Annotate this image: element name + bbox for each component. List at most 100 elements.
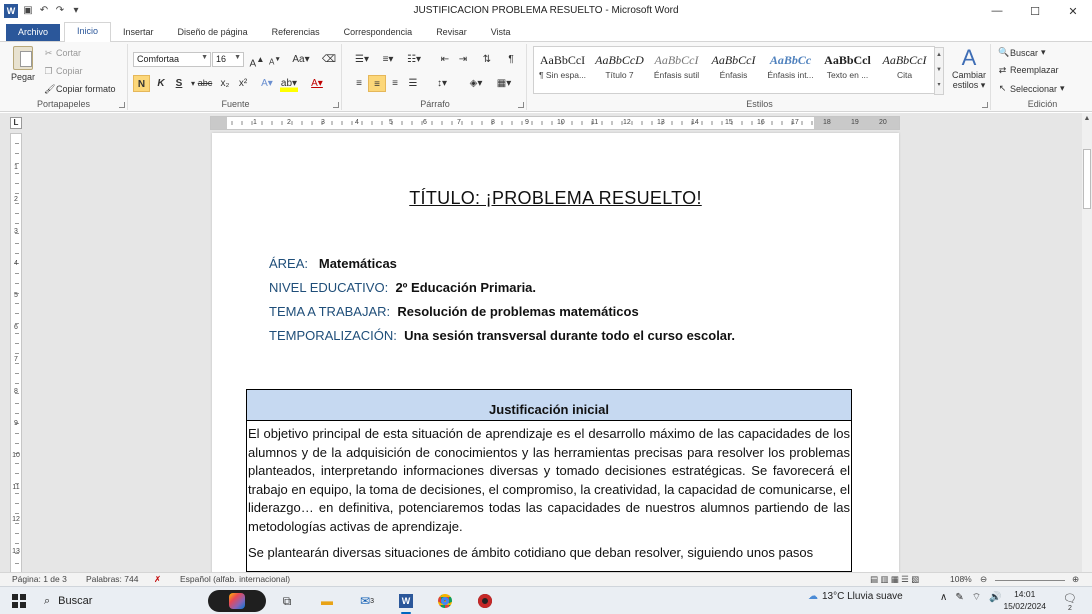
format-painter-button[interactable]: 🖌 Copiar formato — [44, 84, 116, 94]
minimize-button[interactable]: — — [978, 0, 1016, 22]
table-body[interactable]: El objetivo principal de esta situación … — [247, 421, 851, 563]
superscript-button[interactable]: x² — [234, 75, 252, 92]
italic-button[interactable]: K — [152, 75, 170, 92]
proofing-icon[interactable]: ✗ — [154, 574, 161, 585]
volume-icon[interactable]: 🔊 — [989, 592, 1001, 603]
bold-button[interactable]: N — [133, 75, 150, 92]
tab-inicio[interactable]: Inicio — [64, 22, 112, 42]
clear-formatting-icon[interactable]: ⌫ — [320, 51, 338, 68]
style-cita[interactable]: AaBbCcI Cita — [876, 50, 933, 80]
align-left-icon[interactable]: ≡ — [350, 75, 368, 92]
bullets-icon[interactable]: ☰▾ — [350, 51, 374, 68]
multilevel-list-icon[interactable]: ☷▾ — [402, 51, 426, 68]
shrink-font-button[interactable]: A▼ — [266, 51, 284, 68]
align-right-icon[interactable]: ≡ — [386, 75, 404, 92]
meta-tema[interactable]: TEMA A TRABAJAR: Resolución de problemas… — [269, 304, 639, 319]
notifications-icon[interactable]: 🗨2 — [1062, 592, 1078, 612]
customize-qat-icon[interactable]: ▾ — [70, 5, 82, 17]
font-launcher-icon[interactable] — [333, 102, 339, 108]
word-app-icon[interactable]: W — [4, 4, 18, 18]
paste-button[interactable]: Pegar — [8, 46, 38, 92]
shading-icon[interactable]: ◈▾ — [464, 75, 488, 92]
document-title[interactable]: TÍTULO: ¡PROBLEMA RESUELTO! — [212, 188, 899, 209]
page-count[interactable]: Página: 1 de 3 — [12, 574, 67, 584]
style-texto-en-negrita[interactable]: AaBbCcl Texto en ... — [819, 50, 876, 80]
style-enfasis-intenso[interactable]: AaBbCc Énfasis int... — [762, 50, 819, 80]
styles-launcher-icon[interactable] — [982, 102, 988, 108]
strikethrough-button[interactable]: abc — [196, 75, 214, 92]
meta-temporalizacion[interactable]: TEMPORALIZACIÓN: Una sesión transversal … — [269, 328, 735, 343]
font-name-combo[interactable]: Comfortaa ▼ — [133, 52, 211, 67]
subscript-button[interactable]: x₂ — [216, 75, 234, 92]
chevron-up-icon[interactable]: ∧ — [940, 592, 947, 603]
text-effects-icon[interactable]: A▾ — [258, 75, 276, 92]
change-case-button[interactable]: Aa▾ — [290, 51, 312, 68]
style-titulo-7[interactable]: AaBbCcD Título 7 — [591, 50, 648, 80]
maximize-button[interactable]: ☐ — [1016, 0, 1054, 22]
numbering-icon[interactable]: ≡▾ — [376, 51, 400, 68]
select-button[interactable]: ↖ Seleccionar ▾ — [998, 83, 1065, 94]
save-icon[interactable]: ▣ — [22, 5, 34, 17]
zoom-level[interactable]: 108% — [950, 574, 972, 584]
find-button[interactable]: 🔍 Buscar ▾ — [998, 47, 1046, 58]
cut-button[interactable]: ✂ Cortar — [44, 48, 81, 58]
word-taskbar-icon[interactable]: W — [395, 591, 417, 614]
zoom-out-icon[interactable]: ⊖ — [980, 574, 987, 585]
tab-vista[interactable]: Vista — [479, 24, 523, 41]
vertical-ruler[interactable]: 1 2 3 4 5 6 7 8 9 10 11 12 13 — [10, 133, 22, 572]
chrome-icon[interactable] — [434, 591, 456, 611]
system-tray[interactable]: ∧ ✎ ⌔ 🔊 — [940, 591, 1002, 604]
weather-widget[interactable]: ☁ 13°C Lluvia suave — [808, 591, 903, 602]
close-button[interactable]: ✕ — [1054, 0, 1092, 22]
sort-icon[interactable]: ⇅ — [478, 51, 496, 68]
language-status[interactable]: Español (alfab. internacional) — [180, 574, 290, 584]
align-center-icon[interactable]: ≡ — [368, 75, 386, 92]
view-buttons-icon[interactable]: ▤ ▥ ▦ ☰ ▧ — [870, 574, 919, 585]
decrease-indent-icon[interactable]: ⇤ — [436, 51, 454, 68]
meta-area[interactable]: ÁREA: Matemáticas — [269, 256, 397, 271]
font-size-combo[interactable]: 16 ▼ — [212, 52, 244, 67]
clipboard-launcher-icon[interactable] — [119, 102, 125, 108]
style-enfasis-sutil[interactable]: AaBbCcI Énfasis sutil — [648, 50, 705, 80]
app-icon-red[interactable] — [474, 591, 496, 611]
replace-button[interactable]: ⇄ Reemplazar — [998, 65, 1059, 75]
undo-icon[interactable]: ↶ — [38, 5, 50, 17]
tab-archivo[interactable]: Archivo — [6, 24, 61, 41]
pilcrow-icon[interactable]: ¶ — [502, 51, 520, 68]
document-page[interactable]: TÍTULO: ¡PROBLEMA RESUELTO! ÁREA: Matemá… — [212, 133, 899, 572]
copilot-icon[interactable] — [208, 590, 266, 612]
task-view-icon[interactable]: ⧉ — [276, 591, 298, 611]
font-color-icon[interactable]: A▾ — [308, 75, 326, 92]
grow-font-button[interactable]: A▲ — [248, 51, 266, 69]
style-enfasis[interactable]: AaBbCcI Énfasis — [705, 50, 762, 80]
scroll-thumb[interactable] — [1083, 149, 1091, 209]
redo-icon[interactable]: ↷ — [54, 5, 66, 17]
justify-icon[interactable]: ☰ — [404, 75, 422, 92]
tab-correspondencia[interactable]: Correspondencia — [332, 24, 425, 41]
tab-insertar[interactable]: Insertar — [111, 24, 166, 41]
zoom-in-icon[interactable]: ⊕ — [1072, 574, 1079, 585]
horizontal-ruler[interactable]: 1 2 3 4 5 6 7 8 9 10 11 12 13 14 15 16 1… — [210, 116, 900, 130]
zoom-slider[interactable] — [995, 580, 1065, 581]
tab-selector[interactable]: L — [10, 117, 22, 129]
tab-referencias[interactable]: Referencias — [260, 24, 332, 41]
borders-icon[interactable]: ▦▾ — [492, 75, 516, 92]
vertical-scrollbar[interactable]: ▲ — [1082, 113, 1092, 572]
line-spacing-icon[interactable]: ↕▾ — [430, 75, 454, 92]
justification-table[interactable]: Justificación inicial El objetivo princi… — [246, 389, 852, 572]
gallery-scroll-icon[interactable]: ▲ ▼ ▾ — [934, 47, 944, 95]
copy-button[interactable]: ❐ Copiar — [44, 66, 82, 76]
clock[interactable]: 14:01 15/02/2024 — [1003, 588, 1046, 612]
paragraph-launcher-icon[interactable] — [518, 102, 524, 108]
file-explorer-icon[interactable]: ▬ — [316, 591, 338, 611]
scroll-up-icon[interactable]: ▲ — [1082, 115, 1092, 122]
highlight-icon[interactable]: ab▾ — [280, 75, 298, 92]
style-sin-espaciado[interactable]: AaBbCcI ¶ Sin espa... — [534, 50, 591, 80]
word-count[interactable]: Palabras: 744 — [86, 574, 138, 584]
increase-indent-icon[interactable]: ⇥ — [454, 51, 472, 68]
tab-diseno-pagina[interactable]: Diseño de página — [166, 24, 260, 41]
windows-start-icon[interactable] — [12, 594, 26, 608]
wifi-icon[interactable]: ⌔ — [972, 591, 981, 604]
mail-icon[interactable]: ✉ 3 — [356, 591, 378, 611]
meta-nivel-educativo[interactable]: NIVEL EDUCATIVO: 2º Educación Primaria. — [269, 280, 536, 295]
